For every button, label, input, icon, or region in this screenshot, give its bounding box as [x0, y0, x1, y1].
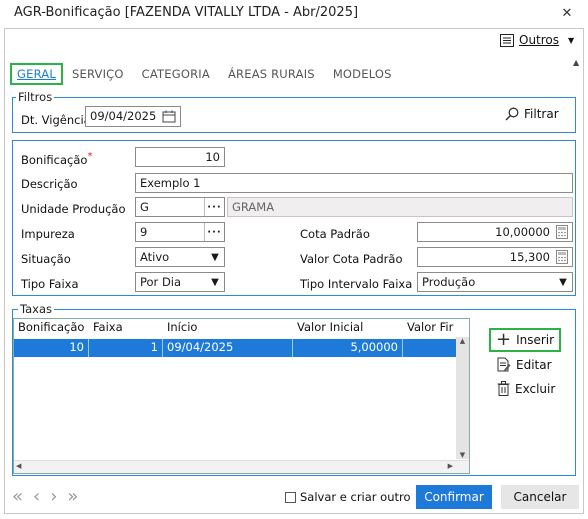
filtrar-label: Filtrar	[524, 107, 559, 121]
descricao-input[interactable]: Exemplo 1	[135, 173, 573, 193]
dropdown-arrow-icon: ▼	[211, 251, 219, 263]
outros-label: Outros	[519, 33, 560, 47]
filtrar-button[interactable]: Filtrar	[505, 107, 559, 121]
calculator-icon[interactable]	[556, 250, 568, 264]
required-mark: *	[87, 151, 93, 162]
cell-faixa: 1	[89, 339, 163, 357]
impureza-label: Impureza	[21, 227, 75, 241]
excluir-button[interactable]: Excluir	[497, 381, 555, 396]
next-record-icon[interactable]: ›	[50, 486, 57, 507]
tab-geral[interactable]: GERAL	[10, 63, 63, 85]
cancelar-button[interactable]: Cancelar	[501, 485, 579, 509]
col-valor-inicial[interactable]: Valor Inicial	[293, 319, 403, 339]
cota-padrao-input[interactable]: 10,00000	[417, 222, 573, 242]
tipo-faixa-label: Tipo Faixa	[21, 277, 79, 291]
excluir-label: Excluir	[515, 381, 556, 396]
tab-servico[interactable]: SERVIÇO	[63, 67, 133, 81]
checkbox-box[interactable]	[285, 491, 296, 503]
col-bonificacao[interactable]: Bonificação	[14, 319, 89, 339]
filtros-legend: Filtros	[16, 90, 55, 104]
scroll-left-icon[interactable]: ◀	[16, 462, 21, 470]
tab-areas-rurais[interactable]: ÁREAS RURAIS	[219, 67, 324, 81]
edit-icon	[497, 357, 511, 372]
record-navigation: « ‹ › »	[12, 486, 78, 507]
salvar-criar-outro-label: Salvar e criar outro	[300, 490, 411, 504]
situacao-label: Situação	[21, 252, 71, 266]
col-valor-final[interactable]: Valor Fir	[403, 319, 457, 339]
taxas-grid: Bonificação Faixa Início Valor Inicial V…	[13, 318, 470, 474]
tab-categoria[interactable]: CATEGORIA	[133, 67, 219, 81]
dropdown-arrow-icon: ▼	[211, 276, 219, 288]
scroll-up-icon[interactable]: ▲	[456, 337, 469, 345]
taxas-legend: Taxas	[18, 302, 55, 316]
tipo-faixa-select[interactable]: Por Dia ▼	[135, 272, 225, 292]
tipo-intervalo-faixa-select[interactable]: Produção ▼	[417, 272, 573, 292]
dropdown-arrow-icon: ▼	[559, 276, 567, 288]
valor-cota-padrao-label: Valor Cota Padrão	[300, 252, 403, 266]
menu-list-icon	[500, 33, 514, 47]
unidade-producao-input[interactable]: G ···	[135, 197, 225, 217]
grid-vertical-scrollbar[interactable]: ▲ ▼	[456, 337, 469, 459]
table-row[interactable]: 10 1 09/04/2025 5,00000	[14, 339, 457, 357]
cota-padrao-label: Cota Padrão	[300, 227, 370, 241]
first-record-icon[interactable]: «	[12, 486, 23, 507]
last-record-icon[interactable]: »	[67, 486, 78, 507]
bonificacao-input[interactable]: 10	[135, 147, 225, 167]
cell-bonificacao: 10	[14, 339, 89, 357]
editar-button[interactable]: Editar	[497, 357, 552, 372]
cell-inicio: 09/04/2025	[163, 339, 293, 357]
scroll-up-icon[interactable]: ▲	[573, 58, 579, 67]
grid-horizontal-scrollbar[interactable]: ◀ ▶	[14, 460, 469, 473]
salvar-criar-outro-checkbox[interactable]: Salvar e criar outro	[285, 490, 411, 504]
plus-icon: +	[496, 329, 512, 350]
close-button[interactable]: ✕	[546, 0, 588, 26]
close-icon: ✕	[561, 5, 573, 21]
scroll-down-icon[interactable]: ▼	[456, 451, 469, 459]
inserir-label: Inserir	[516, 333, 555, 347]
unidade-producao-desc: GRAMA	[227, 197, 573, 217]
caret-down-icon: ▼	[568, 35, 575, 45]
confirmar-button[interactable]: Confirmar	[416, 485, 492, 509]
impureza-input[interactable]: 9 ···	[135, 222, 225, 242]
grid-header: Bonificação Faixa Início Valor Inicial V…	[14, 319, 457, 339]
descricao-label: Descrição	[21, 177, 78, 191]
tab-bar: GERAL SERVIÇO CATEGORIA ÁREAS RURAIS MOD…	[10, 63, 401, 85]
col-faixa[interactable]: Faixa	[89, 319, 163, 339]
valor-cota-padrao-input[interactable]: 15,300	[417, 247, 573, 267]
col-inicio[interactable]: Início	[163, 319, 293, 339]
calendar-icon[interactable]	[162, 110, 176, 123]
dt-vigencia-label: Dt. Vigência	[21, 113, 91, 127]
tipo-intervalo-faixa-label: Tipo Intervalo Faixa	[300, 277, 413, 291]
scroll-right-icon[interactable]: ▶	[448, 462, 453, 470]
tab-modelos[interactable]: MODELOS	[324, 67, 401, 81]
dt-vigencia-input[interactable]: 09/04/2025	[85, 106, 181, 127]
window-title: AGR-Bonificação [FAZENDA VITALLY LTDA - …	[14, 5, 359, 20]
bonificacao-label: Bonificação*	[21, 151, 93, 167]
inserir-button[interactable]: + Inserir	[489, 328, 562, 352]
previous-record-icon[interactable]: ‹	[33, 486, 40, 507]
search-icon	[505, 107, 519, 121]
unidade-producao-label: Unidade Produção	[21, 202, 126, 216]
calculator-icon[interactable]	[556, 225, 568, 239]
situacao-select[interactable]: Ativo ▼	[135, 247, 225, 267]
outros-menu-button[interactable]: Outros ▼	[500, 33, 574, 47]
cell-valor-final	[403, 339, 457, 357]
lookup-button[interactable]: ···	[204, 198, 224, 216]
title-bar: AGR-Bonificação [FAZENDA VITALLY LTDA - …	[0, 0, 588, 26]
trash-icon	[497, 381, 510, 396]
impureza-lookup-button[interactable]: ···	[204, 223, 224, 241]
editar-label: Editar	[516, 357, 552, 372]
cell-valor-inicial: 5,00000	[293, 339, 403, 357]
